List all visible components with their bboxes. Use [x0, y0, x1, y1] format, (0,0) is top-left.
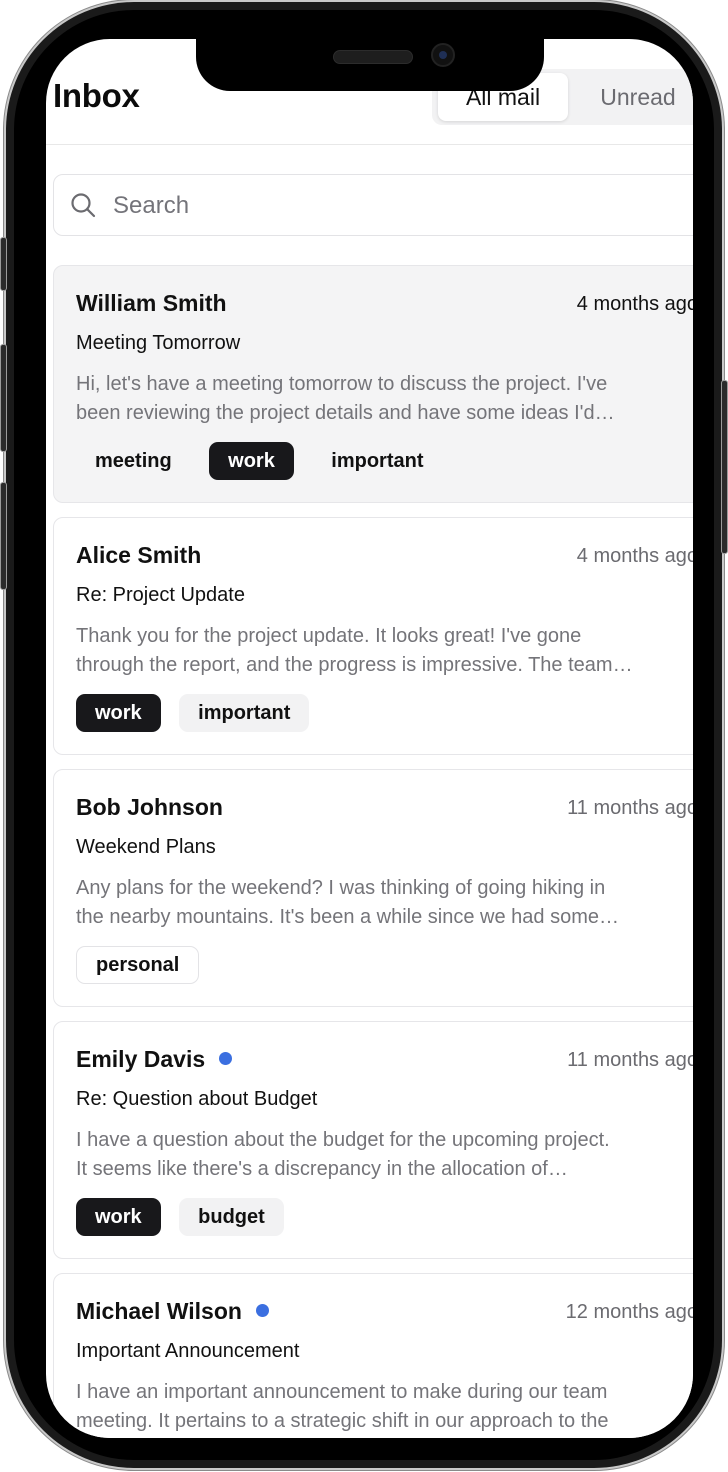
- notch: [196, 39, 544, 91]
- message-card[interactable]: Bob Johnson 11 months ago Weekend Plans …: [53, 769, 693, 1007]
- sender-name: Bob Johnson: [76, 794, 223, 820]
- sender-name: Alice Smith: [76, 542, 202, 568]
- preview-line: through the report, and the progress is …: [76, 654, 633, 676]
- preview-line: the nearby mountains. It's been a while …: [76, 906, 620, 928]
- preview-line: Thank you for the project update. It loo…: [76, 625, 582, 647]
- message-subject: Re: Question about Budget: [76, 1088, 318, 1110]
- sender-name: William Smith: [76, 290, 227, 316]
- tag-list: meeting work important: [76, 442, 457, 480]
- search-icon: [71, 193, 96, 218]
- tag-list: personal: [76, 946, 213, 984]
- sender-name-text: Michael Wilson: [76, 1298, 242, 1324]
- message-preview: Thank you for the project update. It loo…: [76, 622, 676, 680]
- volume-down-button: [0, 482, 7, 590]
- tag-badge: meeting: [95, 450, 172, 472]
- sender-name: Emily Davis: [76, 1046, 233, 1073]
- phone-frame: Inbox All mail Unread William Smith 4 mo…: [0, 2, 728, 1468]
- tag-badge: work: [209, 442, 294, 480]
- message-preview: Hi, let's have a meeting tomorrow to dis…: [76, 370, 676, 428]
- preview-line: It seems like there's a discrepancy in t…: [76, 1158, 568, 1180]
- message-preview: Any plans for the weekend? I was thinkin…: [76, 874, 676, 932]
- speaker-grille: [333, 50, 413, 64]
- message-time: 11 months ago: [567, 1049, 693, 1071]
- search-input[interactable]: [111, 175, 675, 237]
- tag-badge: budget: [179, 1198, 284, 1236]
- preview-line: Any plans for the weekend? I was thinkin…: [76, 877, 606, 899]
- message-time: 4 months ago: [576, 545, 693, 567]
- sender-name: Michael Wilson: [76, 1298, 269, 1325]
- unread-dot-icon: [219, 1052, 233, 1065]
- unread-dot-icon: [255, 1304, 269, 1317]
- tag-badge: personal: [76, 946, 200, 984]
- message-preview: I have an important announcement to make…: [76, 1378, 676, 1436]
- preview-line: Hi, let's have a meeting tomorrow to dis…: [76, 373, 608, 395]
- mute-switch: [0, 237, 7, 291]
- message-time: 4 months ago: [576, 293, 693, 315]
- search-box[interactable]: [53, 174, 693, 237]
- message-subject: Important Announcement: [76, 1340, 300, 1362]
- message-card[interactable]: Michael Wilson 12 months ago Important A…: [53, 1273, 693, 1438]
- message-time: 11 months ago: [567, 797, 693, 819]
- tag-badge: work: [76, 694, 161, 732]
- power-button: [721, 380, 728, 554]
- message-subject: Weekend Plans: [76, 836, 216, 858]
- message-card[interactable]: Emily Davis 11 months ago Re: Question a…: [53, 1021, 693, 1259]
- tag-badge: important: [179, 694, 310, 732]
- message-preview: I have a question about the budget for t…: [76, 1126, 676, 1184]
- preview-line: I have a question about the budget for t…: [76, 1129, 610, 1151]
- message-subject: Re: Project Update: [76, 584, 245, 606]
- page-title: Inbox: [53, 77, 140, 114]
- volume-up-button: [0, 344, 7, 452]
- preview-line: I have an important announcement to make…: [76, 1381, 608, 1403]
- tag-list: work budget: [76, 1198, 298, 1236]
- message-card[interactable]: Alice Smith 4 months ago Re: Project Upd…: [53, 517, 693, 755]
- message-card[interactable]: William Smith 4 months ago Meeting Tomor…: [53, 265, 693, 503]
- tab-unread[interactable]: Unread: [578, 73, 693, 121]
- tag-badge: work: [76, 1198, 161, 1236]
- message-time: 12 months ago: [565, 1301, 693, 1323]
- preview-line: been reviewing the project details and h…: [76, 402, 615, 424]
- front-camera-icon: [431, 43, 455, 67]
- message-subject: Meeting Tomorrow: [76, 332, 241, 354]
- preview-line: meeting. It pertains to a strategic shif…: [76, 1410, 609, 1432]
- sender-name-text: Emily Davis: [76, 1046, 206, 1072]
- screen: Inbox All mail Unread William Smith 4 mo…: [46, 39, 693, 1438]
- tag-badge: important: [331, 450, 424, 472]
- tag-list: work important: [76, 694, 323, 732]
